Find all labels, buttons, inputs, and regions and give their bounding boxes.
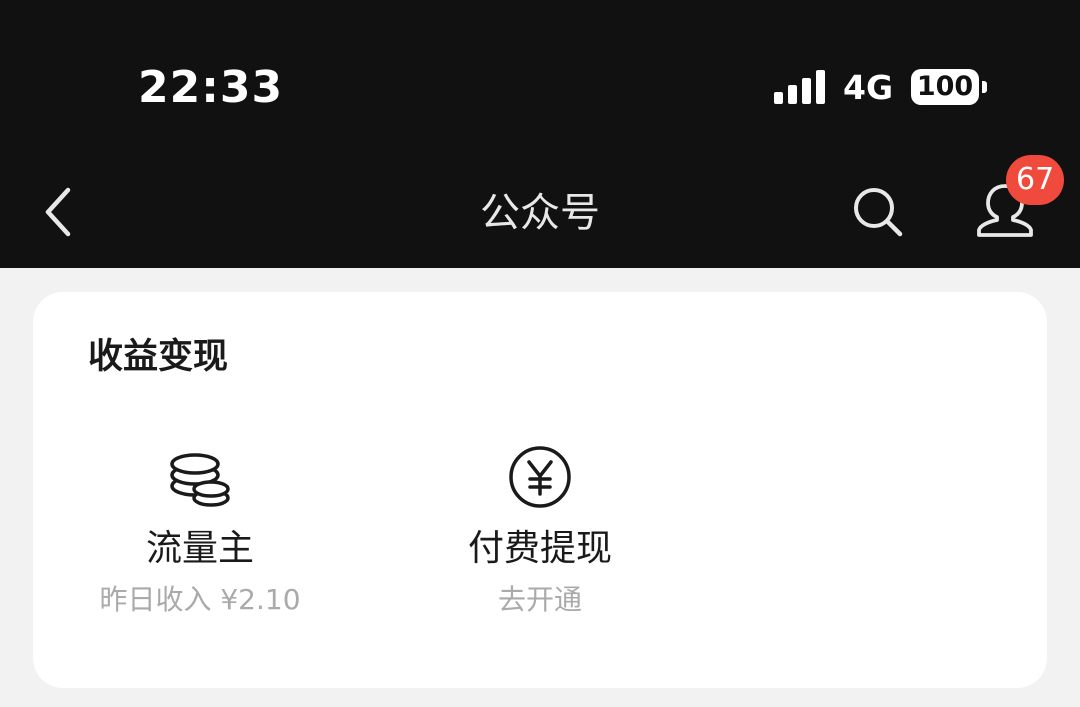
yesterday-income: 昨日收入 ¥2.10 [99,583,301,616]
notification-badge[interactable]: 67 [1006,155,1065,205]
network-type: 4G [843,68,894,107]
top-bar: 22:33 4G 100 公众号 67 [0,0,1080,268]
signal-strength-icon [774,70,825,104]
traffic-host-item[interactable]: 流量主 昨日收入 ¥2.10 [50,442,350,618]
page-title: 公众号 [480,190,600,236]
paid-withdraw-label: 付费提现 [467,528,612,569]
monetization-card: 收益变现 流量主 昨日收入 ¥2.10 付费提现 去开通 [33,292,1047,688]
search-icon[interactable] [850,184,906,240]
battery-level: 100 [911,69,979,105]
paid-withdraw-item[interactable]: 付费提现 去开通 [390,442,690,618]
card-title: 收益变现 [88,337,229,377]
coins-icon [170,453,230,507]
traffic-host-label: 流量主 [145,528,254,569]
battery-icon: 100 [911,69,989,107]
activate-link[interactable]: 去开通 [390,582,690,618]
yuan-circle-icon [509,446,571,508]
status-time: 22:33 [138,62,284,113]
battery-nub [982,81,987,93]
